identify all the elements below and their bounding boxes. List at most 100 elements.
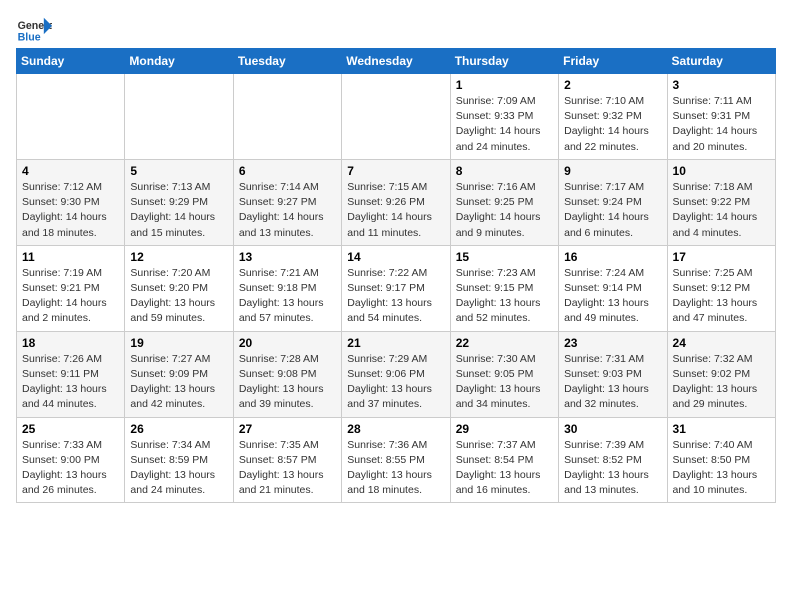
day-info: Sunrise: 7:31 AM Sunset: 9:03 PM Dayligh… <box>564 352 661 413</box>
day-number: 29 <box>456 422 553 436</box>
day-number: 19 <box>130 336 227 350</box>
calendar-cell: 23 Sunrise: 7:31 AM Sunset: 9:03 PM Dayli… <box>559 331 667 417</box>
calendar-cell: 19 Sunrise: 7:27 AM Sunset: 9:09 PM Dayli… <box>125 331 233 417</box>
day-number: 6 <box>239 164 336 178</box>
day-number: 23 <box>564 336 661 350</box>
day-info: Sunrise: 7:24 AM Sunset: 9:14 PM Dayligh… <box>564 266 661 327</box>
day-number: 17 <box>673 250 770 264</box>
calendar-cell: 25 Sunrise: 7:33 AM Sunset: 9:00 PM Dayli… <box>17 417 125 503</box>
header-cell-tuesday: Tuesday <box>233 49 341 74</box>
day-number: 26 <box>130 422 227 436</box>
day-number: 8 <box>456 164 553 178</box>
day-info: Sunrise: 7:26 AM Sunset: 9:11 PM Dayligh… <box>22 352 119 413</box>
day-info: Sunrise: 7:36 AM Sunset: 8:55 PM Dayligh… <box>347 438 444 499</box>
day-number: 9 <box>564 164 661 178</box>
logo-icon: General Blue <box>16 16 52 44</box>
svg-text:Blue: Blue <box>18 32 41 44</box>
day-info: Sunrise: 7:37 AM Sunset: 8:54 PM Dayligh… <box>456 438 553 499</box>
header-cell-wednesday: Wednesday <box>342 49 450 74</box>
calendar-cell: 20Sunrise: 7:28 AM Sunset: 9:08 PM Dayli… <box>233 331 341 417</box>
day-number: 11 <box>22 250 119 264</box>
day-number: 14 <box>347 250 444 264</box>
calendar-cell: 10 Sunrise: 7:18 AM Sunset: 9:22 PM Dayli… <box>667 159 775 245</box>
calendar-cell: 30 Sunrise: 7:39 AM Sunset: 8:52 PM Dayli… <box>559 417 667 503</box>
day-info: Sunrise: 7:39 AM Sunset: 8:52 PM Dayligh… <box>564 438 661 499</box>
day-info: Sunrise: 7:33 AM Sunset: 9:00 PM Dayligh… <box>22 438 119 499</box>
calendar-cell: 17 Sunrise: 7:25 AM Sunset: 9:12 PM Dayli… <box>667 245 775 331</box>
calendar-cell <box>342 74 450 160</box>
day-number: 1 <box>456 78 553 92</box>
calendar-cell: 4Sunrise: 7:12 AM Sunset: 9:30 PM Daylig… <box>17 159 125 245</box>
calendar-cell: 26 Sunrise: 7:34 AM Sunset: 8:59 PM Dayli… <box>125 417 233 503</box>
calendar-cell: 8 Sunrise: 7:16 AM Sunset: 9:25 PM Daylig… <box>450 159 558 245</box>
calendar-cell <box>125 74 233 160</box>
day-info: Sunrise: 7:22 AM Sunset: 9:17 PM Dayligh… <box>347 266 444 327</box>
calendar-cell: 29 Sunrise: 7:37 AM Sunset: 8:54 PM Dayli… <box>450 417 558 503</box>
day-number: 2 <box>564 78 661 92</box>
day-number: 25 <box>22 422 119 436</box>
day-info: Sunrise: 7:30 AM Sunset: 9:05 PM Dayligh… <box>456 352 553 413</box>
day-info: Sunrise: 7:15 AM Sunset: 9:26 PM Dayligh… <box>347 180 444 241</box>
calendar-cell: 28 Sunrise: 7:36 AM Sunset: 8:55 PM Dayli… <box>342 417 450 503</box>
calendar-table: SundayMondayTuesdayWednesdayThursdayFrid… <box>16 48 776 503</box>
header: General Blue <box>16 16 776 44</box>
calendar-week-2: 11Sunrise: 7:19 AM Sunset: 9:21 PM Dayli… <box>17 245 776 331</box>
day-info: Sunrise: 7:35 AM Sunset: 8:57 PM Dayligh… <box>239 438 336 499</box>
calendar-week-3: 18Sunrise: 7:26 AM Sunset: 9:11 PM Dayli… <box>17 331 776 417</box>
day-number: 13 <box>239 250 336 264</box>
day-info: Sunrise: 7:21 AM Sunset: 9:18 PM Dayligh… <box>239 266 336 327</box>
day-info: Sunrise: 7:28 AM Sunset: 9:08 PM Dayligh… <box>239 352 336 413</box>
day-info: Sunrise: 7:12 AM Sunset: 9:30 PM Dayligh… <box>22 180 119 241</box>
calendar-cell: 11Sunrise: 7:19 AM Sunset: 9:21 PM Dayli… <box>17 245 125 331</box>
day-info: Sunrise: 7:09 AM Sunset: 9:33 PM Dayligh… <box>456 94 553 155</box>
day-info: Sunrise: 7:40 AM Sunset: 8:50 PM Dayligh… <box>673 438 770 499</box>
day-info: Sunrise: 7:34 AM Sunset: 8:59 PM Dayligh… <box>130 438 227 499</box>
calendar-cell <box>17 74 125 160</box>
calendar-week-0: 1 Sunrise: 7:09 AM Sunset: 9:33 PM Daylig… <box>17 74 776 160</box>
day-number: 30 <box>564 422 661 436</box>
calendar-cell: 21 Sunrise: 7:29 AM Sunset: 9:06 PM Dayli… <box>342 331 450 417</box>
day-info: Sunrise: 7:13 AM Sunset: 9:29 PM Dayligh… <box>130 180 227 241</box>
day-info: Sunrise: 7:29 AM Sunset: 9:06 PM Dayligh… <box>347 352 444 413</box>
calendar-cell: 31 Sunrise: 7:40 AM Sunset: 8:50 PM Dayli… <box>667 417 775 503</box>
calendar-cell: 24Sunrise: 7:32 AM Sunset: 9:02 PM Dayli… <box>667 331 775 417</box>
day-info: Sunrise: 7:16 AM Sunset: 9:25 PM Dayligh… <box>456 180 553 241</box>
calendar-cell: 18Sunrise: 7:26 AM Sunset: 9:11 PM Dayli… <box>17 331 125 417</box>
day-info: Sunrise: 7:18 AM Sunset: 9:22 PM Dayligh… <box>673 180 770 241</box>
day-number: 27 <box>239 422 336 436</box>
day-number: 7 <box>347 164 444 178</box>
day-info: Sunrise: 7:20 AM Sunset: 9:20 PM Dayligh… <box>130 266 227 327</box>
calendar-cell: 1 Sunrise: 7:09 AM Sunset: 9:33 PM Daylig… <box>450 74 558 160</box>
day-number: 22 <box>456 336 553 350</box>
calendar-header-row: SundayMondayTuesdayWednesdayThursdayFrid… <box>17 49 776 74</box>
day-info: Sunrise: 7:23 AM Sunset: 9:15 PM Dayligh… <box>456 266 553 327</box>
calendar-cell: 22 Sunrise: 7:30 AM Sunset: 9:05 PM Dayli… <box>450 331 558 417</box>
day-info: Sunrise: 7:17 AM Sunset: 9:24 PM Dayligh… <box>564 180 661 241</box>
day-info: Sunrise: 7:25 AM Sunset: 9:12 PM Dayligh… <box>673 266 770 327</box>
calendar-cell: 12 Sunrise: 7:20 AM Sunset: 9:20 PM Dayli… <box>125 245 233 331</box>
calendar-cell: 13 Sunrise: 7:21 AM Sunset: 9:18 PM Dayli… <box>233 245 341 331</box>
calendar-cell: 5Sunrise: 7:13 AM Sunset: 9:29 PM Daylig… <box>125 159 233 245</box>
calendar-cell: 16 Sunrise: 7:24 AM Sunset: 9:14 PM Dayli… <box>559 245 667 331</box>
header-cell-friday: Friday <box>559 49 667 74</box>
calendar-cell: 27 Sunrise: 7:35 AM Sunset: 8:57 PM Dayli… <box>233 417 341 503</box>
header-cell-sunday: Sunday <box>17 49 125 74</box>
day-number: 21 <box>347 336 444 350</box>
day-info: Sunrise: 7:27 AM Sunset: 9:09 PM Dayligh… <box>130 352 227 413</box>
header-cell-saturday: Saturday <box>667 49 775 74</box>
day-number: 31 <box>673 422 770 436</box>
logo: General Blue <box>16 16 52 44</box>
day-info: Sunrise: 7:14 AM Sunset: 9:27 PM Dayligh… <box>239 180 336 241</box>
calendar-cell: 3Sunrise: 7:11 AM Sunset: 9:31 PM Daylig… <box>667 74 775 160</box>
day-number: 16 <box>564 250 661 264</box>
day-number: 28 <box>347 422 444 436</box>
calendar-cell: 7 Sunrise: 7:15 AM Sunset: 9:26 PM Daylig… <box>342 159 450 245</box>
day-info: Sunrise: 7:10 AM Sunset: 9:32 PM Dayligh… <box>564 94 661 155</box>
day-info: Sunrise: 7:11 AM Sunset: 9:31 PM Dayligh… <box>673 94 770 155</box>
day-number: 12 <box>130 250 227 264</box>
day-number: 10 <box>673 164 770 178</box>
day-info: Sunrise: 7:32 AM Sunset: 9:02 PM Dayligh… <box>673 352 770 413</box>
header-cell-thursday: Thursday <box>450 49 558 74</box>
calendar-cell: 15Sunrise: 7:23 AM Sunset: 9:15 PM Dayli… <box>450 245 558 331</box>
calendar-cell: 9 Sunrise: 7:17 AM Sunset: 9:24 PM Daylig… <box>559 159 667 245</box>
